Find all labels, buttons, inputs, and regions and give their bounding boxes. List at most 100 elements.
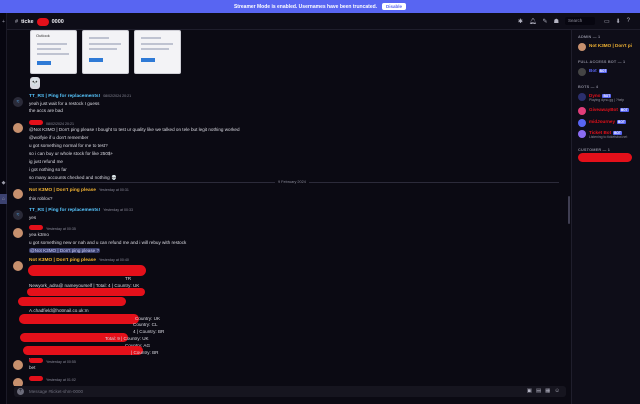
redaction-mark	[578, 153, 632, 162]
message-text: u got something new or nah and u can ref…	[29, 240, 187, 245]
message-text: 4 | Country: BR	[133, 329, 165, 334]
help-icon[interactable]: ?	[627, 18, 630, 24]
channel-name-suffix: 0000	[51, 19, 64, 25]
attachment-thumbnails: Outlook	[30, 30, 181, 74]
gif-icon[interactable]: ▤	[536, 388, 541, 394]
attachment-image[interactable]: Outlook	[30, 30, 77, 74]
author-name[interactable]: TT_RS | Ping for replacements!	[29, 94, 100, 99]
member-group-header: ADMIN — 1	[578, 35, 601, 39]
rail-home-icon[interactable]: ⌂	[0, 194, 7, 204]
pin-icon[interactable]: ✎	[543, 18, 548, 25]
avatar[interactable]	[13, 123, 23, 133]
channel-header: # ticke 0000 ✱ 🔔︎ ✎ ☗ Search ▭ ⬇ ?	[7, 13, 640, 30]
avatar	[578, 107, 586, 115]
header-toolbar: ✱ 🔔︎ ✎ ☗ Search ▭ ⬇ ?	[518, 17, 630, 25]
download-icon[interactable]: ⬇	[616, 18, 621, 25]
threads-icon[interactable]: ✱	[518, 18, 523, 25]
timestamp: Yesterday at 00:55	[46, 360, 76, 364]
message-text: so many accounts checked and nothing 💀	[29, 175, 117, 180]
message-text: Total: 9 | Country: UK	[105, 336, 149, 341]
disable-streamer-mode-button[interactable]: Disable	[382, 3, 407, 10]
banner-text: Streamer Mode is enabled. Usernames have…	[233, 3, 378, 10]
member-item[interactable]: Bot BOT	[578, 67, 640, 78]
message-text: i got nothing so far	[29, 167, 67, 172]
member-status: Playing dyno.gg | ?help	[589, 98, 625, 102]
message-text: u got something normal for me to test?	[29, 143, 108, 148]
redaction-mark	[36, 18, 49, 26]
channel-title: # ticke 0000	[15, 18, 64, 26]
avatar	[578, 130, 586, 138]
message-text: Country: CL	[133, 322, 158, 327]
avatar[interactable]: ≈	[13, 210, 23, 220]
redaction-mark	[27, 288, 145, 296]
avatar	[578, 93, 586, 101]
member-item[interactable]: Not K3MO | Don't pi	[578, 42, 640, 53]
avatar	[578, 43, 586, 51]
avatar[interactable]	[13, 189, 23, 199]
avatar[interactable]	[13, 378, 23, 386]
message-text: this roblox?	[29, 196, 53, 201]
member-item[interactable]	[578, 153, 640, 164]
channel-name-prefix: ticke	[21, 19, 34, 25]
members-icon[interactable]: ☗	[554, 18, 559, 25]
bell-icon[interactable]: 🔔︎	[529, 18, 537, 25]
emoji-icon[interactable]: ☺	[554, 388, 560, 394]
redaction-mark	[28, 265, 146, 276]
search-input[interactable]: Search	[564, 17, 595, 25]
member-name: GiveawayBot BOT	[589, 107, 629, 112]
member-item[interactable]: Ticket Bot BOT Listening to ticketsbot.ne…	[578, 129, 640, 140]
message-text: yeah just wait for a restock I guess	[29, 101, 100, 106]
redaction-mark	[29, 376, 43, 381]
member-name: Bot BOT	[589, 68, 608, 73]
message-text: TR	[125, 276, 132, 281]
skull-emoji: 💀	[30, 77, 40, 89]
redaction-mark	[18, 297, 126, 306]
author-name[interactable]: TT_RS | Ping for replacements!	[29, 208, 100, 213]
add-attachment-icon[interactable]: +	[17, 388, 24, 395]
timestamp: 08/02/2024 20:21	[46, 122, 74, 126]
message-text: @Not K3MO | Don't ping please I bought t…	[29, 127, 240, 132]
message-text: bet	[29, 365, 36, 370]
streamer-mode-banner: Streamer Mode is enabled. Usernames have…	[0, 0, 640, 13]
thumb-title: Outlook	[36, 33, 50, 38]
message-input[interactable]: Message #ticket-shm-0000	[29, 389, 83, 394]
rail-add-server-icon[interactable]: +	[0, 17, 7, 27]
member-group-header: CUSTOMER — 1	[578, 148, 611, 152]
redaction-mark	[29, 358, 43, 363]
redaction-mark	[23, 346, 143, 355]
date-divider-label: 9 February 2024	[275, 180, 309, 184]
redaction-mark	[29, 225, 43, 230]
gift-icon[interactable]: ▣	[527, 388, 532, 394]
sticker-icon[interactable]: ▦	[545, 388, 550, 394]
author-name[interactable]: Not K3MO | Don't ping please	[29, 188, 96, 193]
timestamp: Yesterday at 01:02	[46, 378, 76, 382]
avatar[interactable]	[13, 261, 23, 271]
avatar[interactable]	[13, 360, 23, 370]
timestamp: Yesterday at 00:40	[98, 258, 129, 262]
timestamp: 08/02/2024 20:21	[103, 94, 132, 98]
author-name[interactable]: Not K3MO | Don't ping please	[29, 258, 96, 263]
member-item[interactable]: Dyno BOT Playing dyno.gg | ?help	[578, 92, 640, 103]
message-text: yes	[29, 215, 37, 220]
message-text: | Country: BR	[131, 350, 159, 355]
inbox-icon[interactable]: ▭	[604, 18, 610, 25]
message-text: @Not K3MO | Don't ping please ?	[29, 248, 101, 253]
avatar[interactable]: ≈	[13, 97, 23, 107]
mention[interactable]: @Not K3MO | Don't ping please ?	[29, 248, 101, 253]
member-name: midJourney BOT	[589, 119, 626, 124]
composer-toolbar: ▣ ▤ ▦ ☺	[527, 388, 560, 394]
message-composer[interactable]: + Message #ticket-shm-0000 ▣ ▤ ▦ ☺	[14, 386, 566, 397]
member-item[interactable]: midJourney BOT	[578, 118, 640, 129]
member-item[interactable]: GiveawayBot BOT	[578, 106, 640, 117]
rail-server-icon[interactable]: ◆	[0, 178, 7, 188]
message-list[interactable]: Outlook 💀 ≈ TT_RS | Ping for replacement…	[7, 30, 567, 386]
message-text: Country: UK	[135, 316, 161, 321]
message-text: @wolfyie if u don't remember	[29, 135, 89, 140]
avatar[interactable]	[13, 228, 23, 238]
attachment-image[interactable]	[134, 30, 181, 74]
scrollbar-thumb[interactable]	[568, 196, 570, 224]
attachment-image[interactable]	[82, 30, 129, 74]
timestamp: Yesterday at 00:33	[103, 208, 134, 212]
timestamp: Yesterday at 00:31	[98, 188, 129, 192]
server-rail: + ◆ ⌂	[0, 13, 7, 404]
